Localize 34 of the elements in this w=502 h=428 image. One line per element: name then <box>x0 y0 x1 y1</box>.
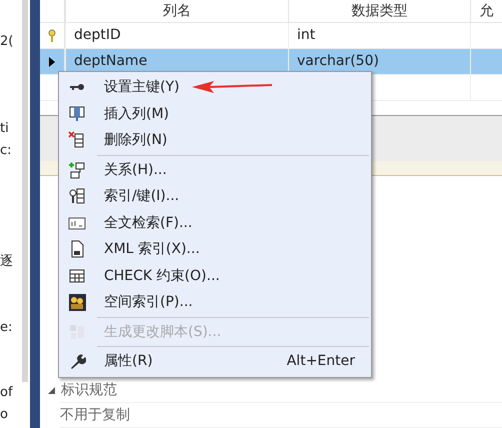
panel-text: of <box>0 385 14 402</box>
image-icon <box>68 293 86 312</box>
relationship-icon <box>68 160 86 179</box>
table-cell[interactable]: int <box>288 23 470 48</box>
menu-item[interactable]: XML 索引(X)... <box>59 236 371 262</box>
menu-item[interactable]: 插入列(M) <box>59 100 371 127</box>
menu-item[interactable]: CHECK 约束(O)... <box>59 262 371 289</box>
table-icon <box>68 266 86 285</box>
menu-item[interactable]: 空间索引(P)... <box>59 289 371 316</box>
panel-text: 逐 <box>0 253 14 272</box>
menu-item[interactable]: 索引/键(I)... <box>59 183 371 210</box>
panel-text: ti <box>0 121 10 138</box>
insert-column-icon <box>68 104 86 123</box>
script-icon <box>68 322 86 341</box>
panel-text: o <box>0 406 9 424</box>
panel-text: 2( <box>0 34 14 51</box>
column-header[interactable]: 数据类型 <box>288 0 470 22</box>
expand-icon[interactable] <box>48 386 55 394</box>
property-text: 标识规范 <box>61 381 117 399</box>
menu-item[interactable]: 删除列(N) <box>59 127 371 154</box>
panel-text: c: <box>0 142 13 160</box>
menu-item[interactable]: 全文检索(F)... <box>59 210 371 236</box>
table-cell[interactable]: deptID <box>65 23 288 48</box>
column-header[interactable]: 允 <box>470 0 502 22</box>
property-text: 不用于复制 <box>60 406 130 424</box>
menu-item[interactable]: 设置主键(Y) <box>59 74 371 100</box>
menu-item[interactable]: 关系(H)... <box>59 156 371 183</box>
delete-column-icon <box>68 131 86 150</box>
column-header[interactable]: 列名 <box>65 0 288 22</box>
index-icon <box>68 187 86 206</box>
menu-item[interactable]: 属性(R) Alt+Enter <box>59 348 371 374</box>
panel-text: e: <box>0 320 14 337</box>
key-icon <box>69 83 85 92</box>
current-row-icon <box>49 56 55 66</box>
